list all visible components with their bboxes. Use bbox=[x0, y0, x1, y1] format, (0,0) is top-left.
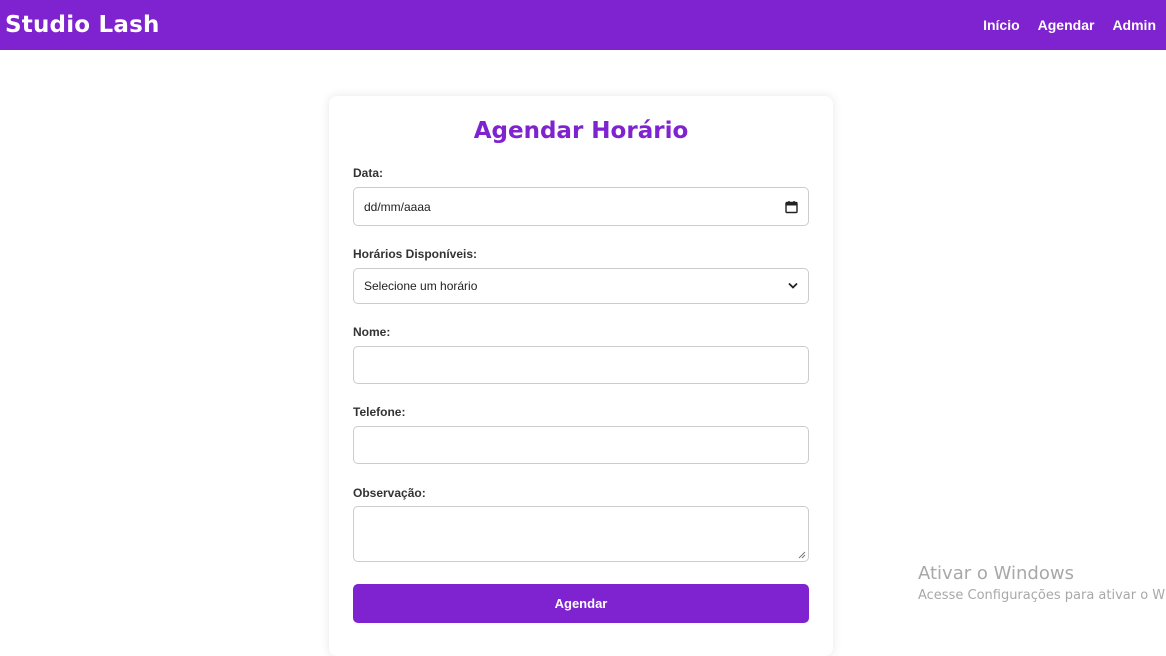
date-input-value: dd/mm/aaaa bbox=[364, 199, 431, 214]
time-label: Horários Disponíveis: bbox=[353, 247, 478, 261]
brand-logo[interactable]: Studio Lash bbox=[5, 12, 160, 38]
submit-button[interactable]: Agendar bbox=[353, 584, 809, 623]
phone-input[interactable] bbox=[353, 426, 809, 464]
form-title: Agendar Horário bbox=[473, 118, 689, 144]
notes-label: Observação: bbox=[353, 486, 426, 500]
calendar-icon[interactable] bbox=[785, 200, 798, 213]
watermark-title: Ativar o Windows bbox=[918, 563, 1074, 584]
resize-handle-icon[interactable] bbox=[798, 551, 806, 559]
nav-link-agendar[interactable]: Agendar bbox=[1038, 17, 1095, 33]
date-input[interactable]: dd/mm/aaaa bbox=[353, 187, 809, 226]
phone-label: Telefone: bbox=[353, 405, 406, 419]
notes-textarea[interactable] bbox=[353, 506, 809, 562]
navbar: Studio Lash Início Agendar Admin bbox=[0, 0, 1166, 50]
date-label: Data: bbox=[353, 166, 384, 180]
windows-activation-watermark: Ativar o Windows Acesse Configurações pa… bbox=[918, 563, 1166, 605]
chevron-down-icon bbox=[788, 282, 798, 290]
nav-link-admin[interactable]: Admin bbox=[1112, 17, 1156, 33]
nav-link-inicio[interactable]: Início bbox=[983, 17, 1020, 33]
booking-form-card: Agendar Horário Data: dd/mm/aaaa Horário… bbox=[329, 96, 833, 656]
nav-links: Início Agendar Admin bbox=[965, 17, 1156, 33]
name-input[interactable] bbox=[353, 346, 809, 384]
time-select[interactable]: Selecione um horário bbox=[353, 268, 809, 304]
time-select-value: Selecione um horário bbox=[364, 279, 478, 293]
watermark-subtitle: Acesse Configurações para ativar o Windo… bbox=[918, 588, 1166, 603]
name-label: Nome: bbox=[353, 325, 391, 339]
